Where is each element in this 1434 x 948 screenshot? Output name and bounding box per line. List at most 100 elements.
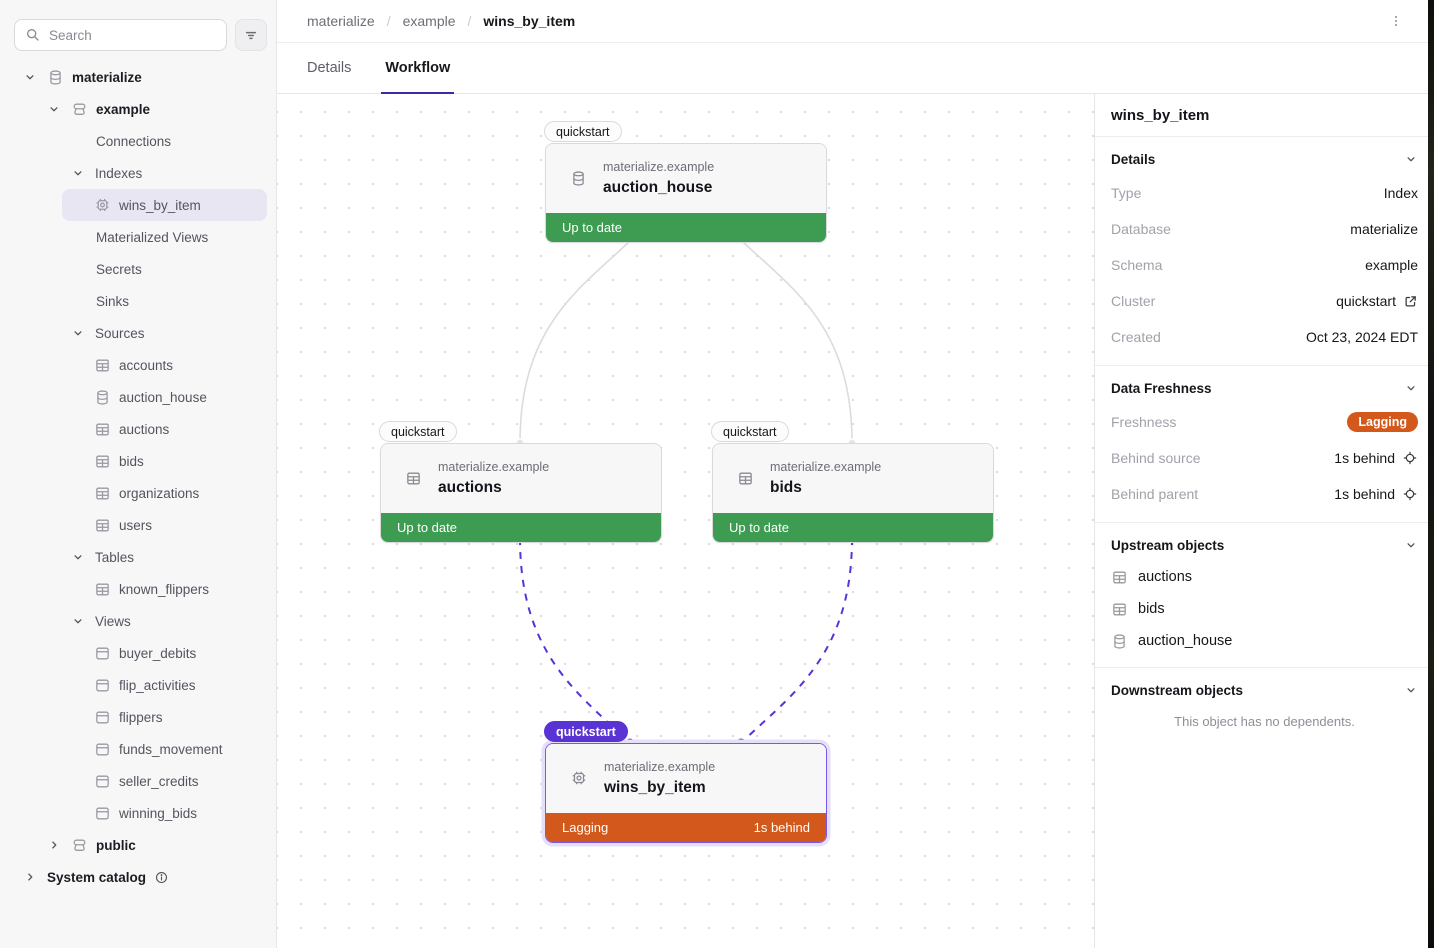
table-icon — [94, 485, 111, 502]
detail-row-behind-parent: Behind parent1s behind — [1111, 476, 1418, 512]
sidebar-item-organizations[interactable]: organizations — [0, 477, 276, 509]
section-header[interactable]: Details — [1111, 143, 1418, 175]
section-title: Details — [1111, 152, 1155, 167]
sidebar-item-indexes[interactable]: Indexes — [0, 157, 276, 189]
sidebar-item-users[interactable]: users — [0, 509, 276, 541]
workflow-node-bids[interactable]: materialize.examplebidsUp to date — [712, 443, 994, 543]
tab-workflow[interactable]: Workflow — [385, 43, 450, 93]
upstream-object-bids[interactable]: bids — [1111, 593, 1418, 625]
sidebar-item-materialize[interactable]: materialize — [0, 61, 276, 93]
row-value: Oct 23, 2024 EDT — [1306, 329, 1418, 345]
node-name: auction_house — [603, 179, 714, 197]
sidebar-item-flippers[interactable]: flippers — [0, 701, 276, 733]
node-name: auctions — [438, 479, 549, 497]
database-icon — [570, 170, 587, 187]
sidebar-item-funds-movement[interactable]: funds_movement — [0, 733, 276, 765]
node-text: materialize.exampleauction_house — [603, 160, 714, 197]
table-icon — [94, 581, 111, 598]
detail-row-cluster: Clusterquickstart — [1111, 283, 1418, 319]
kebab-menu-button[interactable] — [1388, 13, 1404, 29]
section-header[interactable]: Upstream objects — [1111, 529, 1418, 561]
content-row: quickstartmaterialize.exampleauction_hou… — [277, 94, 1434, 948]
chevron-down-icon[interactable] — [70, 326, 86, 340]
workflow-canvas[interactable]: quickstartmaterialize.exampleauction_hou… — [277, 94, 1094, 948]
chevron-down-icon[interactable] — [22, 70, 38, 84]
index-icon — [570, 769, 588, 787]
sidebar-item-winning-bids[interactable]: winning_bids — [0, 797, 276, 829]
breadcrumb-example[interactable]: example — [403, 13, 456, 29]
workflow-node-auctions[interactable]: materialize.exampleauctionsUp to date — [380, 443, 662, 543]
workflow-node-auction_house[interactable]: materialize.exampleauction_house Up to da… — [545, 143, 827, 243]
search-input[interactable]: Search — [14, 19, 227, 51]
sidebar-item-sinks[interactable]: Sinks — [0, 285, 276, 317]
detail-row-freshness: FreshnessLagging — [1111, 404, 1418, 440]
breadcrumb-materialize[interactable]: materialize — [307, 13, 375, 29]
sidebar-item-tables[interactable]: Tables — [0, 541, 276, 573]
search-placeholder: Search — [49, 28, 92, 43]
row-value: Lagging — [1347, 412, 1418, 432]
sidebar-item-sources[interactable]: Sources — [0, 317, 276, 349]
panel-section-upstream-objects: Upstream objects auctions bidsauction_hous… — [1095, 523, 1434, 668]
workflow-edge-solid — [520, 240, 631, 443]
tab-details[interactable]: Details — [307, 43, 351, 93]
sidebar-item-materialized-views[interactable]: Materialized Views — [0, 221, 276, 253]
sidebar-item-wins-by-item[interactable]: wins_by_item — [0, 189, 276, 221]
sidebar-item-accounts[interactable]: accounts — [0, 349, 276, 381]
kebab-icon — [1388, 13, 1404, 29]
node-qualifier: materialize.example — [438, 460, 549, 474]
sidebar-item-label: Views — [95, 614, 131, 629]
chevron-down-icon[interactable] — [70, 550, 86, 564]
freshness-badge: Lagging — [1347, 412, 1418, 432]
sidebar-item-bids[interactable]: bids — [0, 445, 276, 477]
chevron-right-icon[interactable] — [46, 838, 62, 852]
sidebar-item-known-flippers[interactable]: known_flippers — [0, 573, 276, 605]
chevron-down-icon[interactable] — [70, 614, 86, 628]
sidebar-item-public[interactable]: public — [0, 829, 276, 861]
filter-button[interactable] — [235, 19, 267, 51]
database-icon — [94, 389, 111, 406]
sidebar-item-example[interactable]: example — [0, 93, 276, 125]
sidebar-item-label: auctions — [119, 422, 169, 437]
breadcrumb-separator: / — [468, 13, 472, 29]
row-value: materialize — [1350, 221, 1418, 237]
chevron-right-icon[interactable] — [22, 870, 38, 884]
node-text: materialize.example auctions — [438, 460, 549, 497]
tabs: Details Workflow — [277, 43, 1434, 94]
chevron-down-icon[interactable] — [70, 166, 86, 180]
detail-row-type: Type Index — [1111, 175, 1418, 211]
row-label: Type — [1111, 185, 1141, 201]
node-status-bar: Lagging1s behind — [546, 813, 826, 842]
crosshair-icon[interactable] — [1402, 450, 1418, 466]
index-icon — [94, 196, 111, 214]
value-text: Index — [1384, 185, 1418, 201]
cluster-link[interactable]: quickstart — [1336, 293, 1396, 309]
value-text: Oct 23, 2024 EDT — [1306, 329, 1418, 345]
upstream-object-auctions[interactable]: auctions — [1111, 561, 1418, 593]
sidebar-item-connections[interactable]: Connections — [0, 125, 276, 157]
sidebar-item-system-catalog[interactable]: System catalog — [0, 861, 276, 893]
workflow-edge-dashed — [741, 538, 852, 743]
chevron-down-icon[interactable] — [46, 102, 62, 116]
sidebar-item-flip-activities[interactable]: flip_activities — [0, 669, 276, 701]
sidebar-item-auction-house[interactable]: auction_house — [0, 381, 276, 413]
external-link-icon[interactable] — [1403, 294, 1418, 309]
workflow-node-wins_by_item[interactable]: materialize.examplewins_by_itemLagging1s… — [545, 743, 827, 843]
row-value: 1s behind — [1334, 486, 1418, 502]
sidebar-item-label: bids — [119, 454, 144, 469]
upstream-object-auction_house[interactable]: auction_house — [1111, 625, 1418, 657]
sidebar-item-label: winning_bids — [119, 806, 197, 821]
object-name: auctions — [1138, 569, 1192, 585]
section-header[interactable]: Data Freshness — [1111, 372, 1418, 404]
crosshair-icon[interactable] — [1402, 486, 1418, 502]
sidebar-item-secrets[interactable]: Secrets — [0, 253, 276, 285]
sidebar-item-auctions[interactable]: auctions — [0, 413, 276, 445]
sidebar-item-seller-credits[interactable]: seller_credits — [0, 765, 276, 797]
sidebar-item-buyer-debits[interactable]: buyer_debits — [0, 637, 276, 669]
table-icon — [94, 421, 111, 438]
sidebar-item-label: Sinks — [96, 294, 129, 309]
node-status-bar: Up to date — [546, 213, 826, 242]
value-text: example — [1365, 257, 1418, 273]
node-text: materialize.examplebids — [770, 460, 881, 497]
sidebar-item-views[interactable]: Views — [0, 605, 276, 637]
section-header[interactable]: Downstream objects — [1111, 674, 1418, 706]
